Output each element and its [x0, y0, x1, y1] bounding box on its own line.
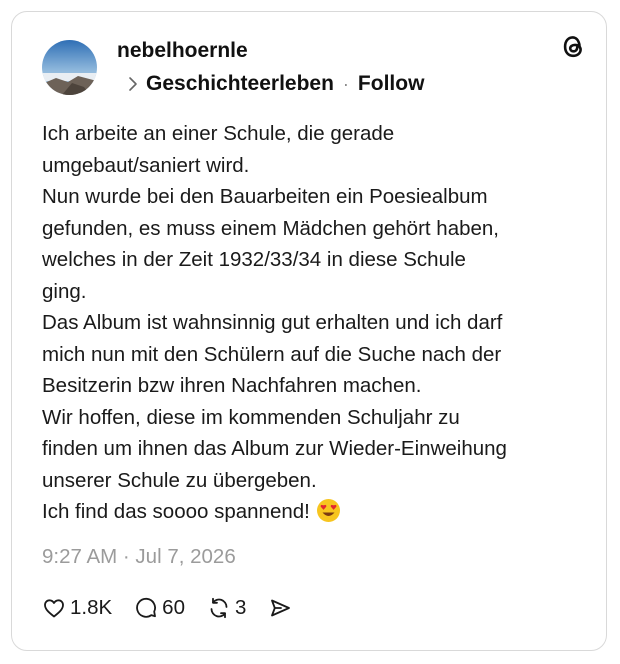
threads-logo-icon[interactable]: [560, 33, 587, 60]
share-button[interactable]: [268, 596, 296, 620]
like-count: 1.8K: [70, 596, 113, 619]
post-line: welches in der Zeit 1932/33/34 in diese …: [42, 248, 466, 271]
post-card: nebelhoernle Geschichteerleben · Follow …: [11, 11, 607, 651]
like-button[interactable]: 1.8K: [42, 596, 112, 620]
comment-bubble-icon: [136, 597, 157, 618]
topic-link[interactable]: Geschichteerleben: [146, 72, 334, 96]
post-line: finden um ihnen das Album zur Wieder-Ein…: [42, 437, 507, 460]
post-line: gefunden, es muss einem Mädchen gehört h…: [42, 216, 499, 240]
post-body: Ich arbeite an einer Schule, die gerade …: [42, 118, 582, 528]
chevron-right-icon: [126, 74, 140, 94]
post-line: ging.: [42, 279, 87, 303]
heart-eyes-emoji-icon: [316, 498, 341, 523]
post-line: Wir hoffen, diese im kommenden Schuljahr…: [42, 405, 460, 429]
comment-count: 60: [162, 596, 185, 619]
heart-icon: [44, 599, 64, 618]
comment-button[interactable]: 60: [134, 596, 185, 620]
action-bar: 1.8K 60 3: [42, 596, 318, 620]
post-line: Nun wurde bei den Bauarbeiten ein Poesie…: [42, 185, 488, 208]
username[interactable]: nebelhoernle: [117, 39, 248, 63]
avatar[interactable]: [42, 40, 97, 95]
post-line: Ich arbeite an einer Schule, die gerade: [42, 122, 395, 145]
post-line-text: Ich find das soooo spannend!: [42, 500, 310, 523]
post-line: mich nun mit den Schülern auf die Suche …: [42, 342, 502, 366]
send-icon: [271, 599, 291, 617]
post-line: Besitzerin bzw ihren Nachfahren machen.: [42, 374, 422, 397]
post-line-last: Ich find das soooo spannend!: [42, 496, 582, 528]
repost-count: 3: [234, 596, 247, 619]
post-line: Das Album ist wahnsinnig gut erhalten un…: [42, 311, 503, 334]
repost-icon: [210, 597, 228, 619]
topic-row: Geschichteerleben · Follow: [126, 72, 424, 96]
separator-dot: ·: [342, 73, 349, 94]
repost-button[interactable]: 3: [207, 596, 246, 620]
follow-button[interactable]: Follow: [358, 72, 425, 96]
post-line: unserer Schule zu übergeben.: [42, 468, 317, 492]
post-timestamp: 9:27 AM · Jul 7, 2026: [42, 545, 236, 568]
post-line: umgebaut/saniert wird.: [42, 153, 250, 177]
